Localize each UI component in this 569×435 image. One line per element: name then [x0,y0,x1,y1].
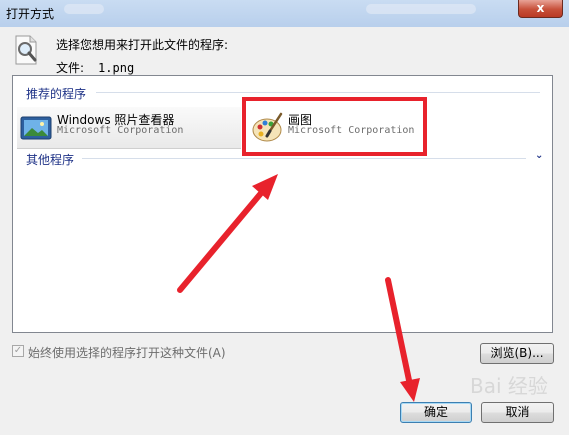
annotation-arrow-left [177,174,278,293]
annotation-arrows [177,174,420,402]
annotation-arrow-right [385,277,420,402]
